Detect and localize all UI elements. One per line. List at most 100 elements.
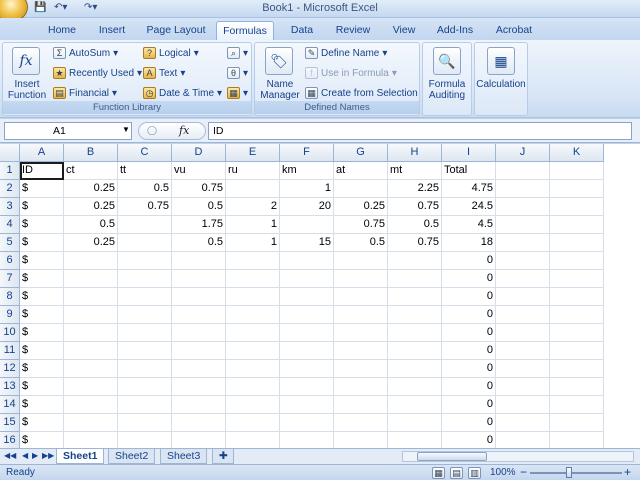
cell[interactable] — [64, 288, 118, 306]
create-from-selection-button[interactable]: ▦ Create from Selection — [305, 87, 418, 99]
fx-icon[interactable]: fx — [179, 124, 189, 137]
cell[interactable] — [550, 180, 604, 198]
cell[interactable] — [496, 432, 550, 448]
cell[interactable] — [550, 306, 604, 324]
cell[interactable] — [280, 216, 334, 234]
column-header[interactable]: D — [172, 144, 226, 162]
cell[interactable] — [496, 306, 550, 324]
column-header[interactable]: K — [550, 144, 604, 162]
cell[interactable] — [496, 180, 550, 198]
cell[interactable] — [172, 306, 226, 324]
cell[interactable] — [64, 252, 118, 270]
tab-data[interactable]: Data — [282, 21, 322, 40]
logical-button[interactable]: ? Logical ▾ — [143, 47, 199, 59]
cell[interactable] — [334, 342, 388, 360]
cell[interactable]: 0 — [442, 306, 496, 324]
cell[interactable]: 0.25 — [64, 234, 118, 252]
cell[interactable]: 0 — [442, 378, 496, 396]
cell[interactable]: 0.75 — [172, 180, 226, 198]
cell[interactable]: 15 — [280, 234, 334, 252]
cell[interactable] — [118, 216, 172, 234]
cell[interactable] — [226, 288, 280, 306]
cell[interactable] — [226, 306, 280, 324]
row-header[interactable]: 15 — [0, 414, 20, 432]
cell[interactable] — [118, 342, 172, 360]
lookup-reference-button[interactable]: ⌕ ▾ — [227, 47, 248, 59]
zoom-out-icon[interactable]: − — [520, 465, 527, 479]
tab-review[interactable]: Review — [328, 21, 378, 40]
cell[interactable]: 20 — [280, 198, 334, 216]
cell[interactable] — [388, 342, 442, 360]
sheet-tab-2[interactable]: Sheet2 — [108, 449, 156, 464]
cell[interactable] — [280, 342, 334, 360]
cell[interactable] — [496, 360, 550, 378]
cell[interactable]: $ — [20, 270, 64, 288]
prev-sheet-icon[interactable]: ◀ — [22, 451, 28, 460]
row-header[interactable]: 8 — [0, 288, 20, 306]
cell[interactable] — [172, 252, 226, 270]
cell[interactable]: $ — [20, 396, 64, 414]
cell[interactable] — [226, 342, 280, 360]
cell[interactable] — [118, 288, 172, 306]
cell[interactable] — [334, 396, 388, 414]
cell[interactable] — [280, 270, 334, 288]
cell[interactable] — [496, 234, 550, 252]
cell[interactable]: 0.25 — [64, 198, 118, 216]
cell[interactable] — [280, 324, 334, 342]
cell[interactable] — [334, 180, 388, 198]
cell[interactable] — [226, 180, 280, 198]
zoom-slider-thumb[interactable] — [566, 467, 572, 478]
cell[interactable] — [388, 360, 442, 378]
cell[interactable] — [172, 414, 226, 432]
cell[interactable]: $ — [20, 180, 64, 198]
cell[interactable] — [334, 252, 388, 270]
cell[interactable] — [280, 288, 334, 306]
cell[interactable] — [226, 432, 280, 448]
cell[interactable]: 0 — [442, 360, 496, 378]
cell[interactable] — [388, 252, 442, 270]
cell[interactable]: 0.5 — [172, 198, 226, 216]
cell[interactable] — [226, 378, 280, 396]
cell[interactable] — [550, 216, 604, 234]
cell[interactable]: ID — [20, 162, 64, 180]
name-box-dropdown-icon[interactable]: ▼ — [122, 125, 130, 134]
cell[interactable] — [64, 324, 118, 342]
page-break-view-icon[interactable]: ▥ — [468, 467, 481, 479]
cell[interactable]: 0.5 — [334, 234, 388, 252]
cell[interactable] — [226, 396, 280, 414]
tab-acrobat[interactable]: Acrobat — [488, 21, 540, 40]
cell[interactable]: ru — [226, 162, 280, 180]
formula-auditing-group[interactable]: 🔍 Formula Auditing — [422, 42, 472, 116]
normal-view-icon[interactable]: ▦ — [432, 467, 445, 479]
cell[interactable] — [172, 342, 226, 360]
cell[interactable]: Total — [442, 162, 496, 180]
cell[interactable]: $ — [20, 360, 64, 378]
tab-formulas[interactable]: Formulas — [216, 21, 274, 40]
cell[interactable] — [64, 432, 118, 448]
cell[interactable] — [64, 270, 118, 288]
cell[interactable]: 1.75 — [172, 216, 226, 234]
autosum-button[interactable]: Σ AutoSum ▾ — [53, 47, 118, 59]
cell[interactable]: $ — [20, 378, 64, 396]
cell[interactable] — [550, 288, 604, 306]
insert-function-icon[interactable]: fx — [12, 47, 40, 75]
cell[interactable]: $ — [20, 234, 64, 252]
name-manager-button[interactable]: Name Manager — [257, 79, 303, 101]
cell[interactable] — [550, 342, 604, 360]
more-functions-button[interactable]: ▦ ▾ — [227, 87, 248, 99]
cell[interactable]: 2 — [226, 198, 280, 216]
column-header[interactable]: I — [442, 144, 496, 162]
column-header[interactable]: J — [496, 144, 550, 162]
cell[interactable]: 0.75 — [118, 198, 172, 216]
cell[interactable]: 0.5 — [64, 216, 118, 234]
cell[interactable]: $ — [20, 324, 64, 342]
math-trig-button[interactable]: θ ▾ — [227, 67, 248, 79]
cell[interactable] — [550, 414, 604, 432]
row-header[interactable]: 3 — [0, 198, 20, 216]
cell[interactable] — [334, 432, 388, 448]
tab-insert[interactable]: Insert — [88, 21, 136, 40]
cell[interactable]: 0 — [442, 432, 496, 448]
cell[interactable]: 0 — [442, 324, 496, 342]
cell[interactable]: $ — [20, 252, 64, 270]
cell[interactable] — [496, 216, 550, 234]
